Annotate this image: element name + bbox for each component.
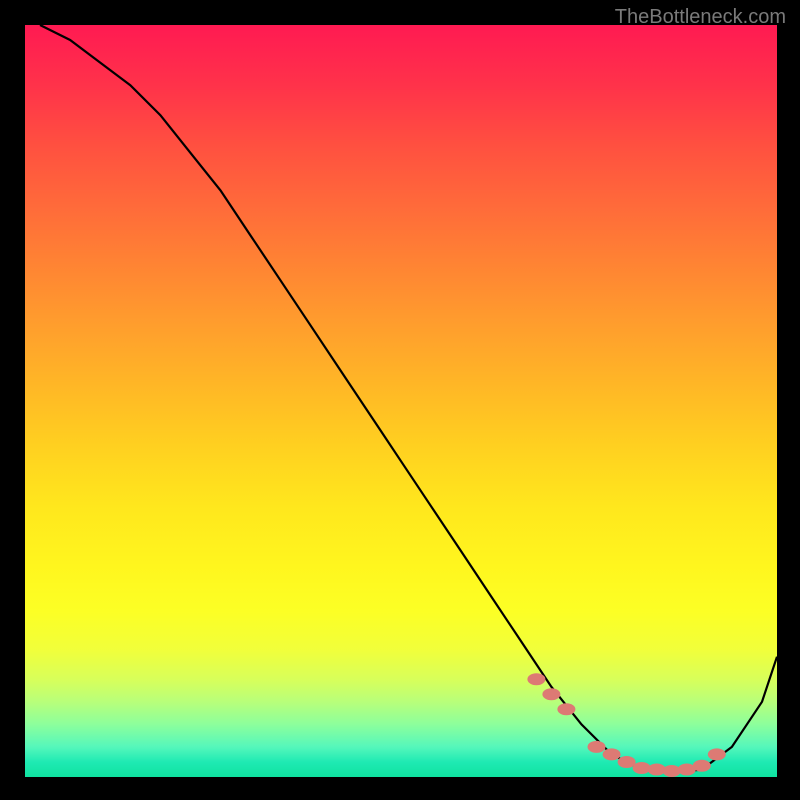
chart-plot-area [25,25,777,777]
highlight-marker [603,748,621,760]
watermark-text: TheBottleneck.com [615,6,786,29]
highlight-marker [557,703,575,715]
highlight-marker [633,762,651,774]
highlight-marker [618,756,636,768]
highlight-markers [527,673,725,777]
highlight-marker [708,748,726,760]
highlight-marker [527,673,545,685]
bottleneck-curve-line [40,25,777,773]
bottleneck-curve-svg [25,25,777,777]
highlight-marker [663,765,681,777]
highlight-marker [693,760,711,772]
highlight-marker [588,741,606,753]
highlight-marker [542,688,560,700]
